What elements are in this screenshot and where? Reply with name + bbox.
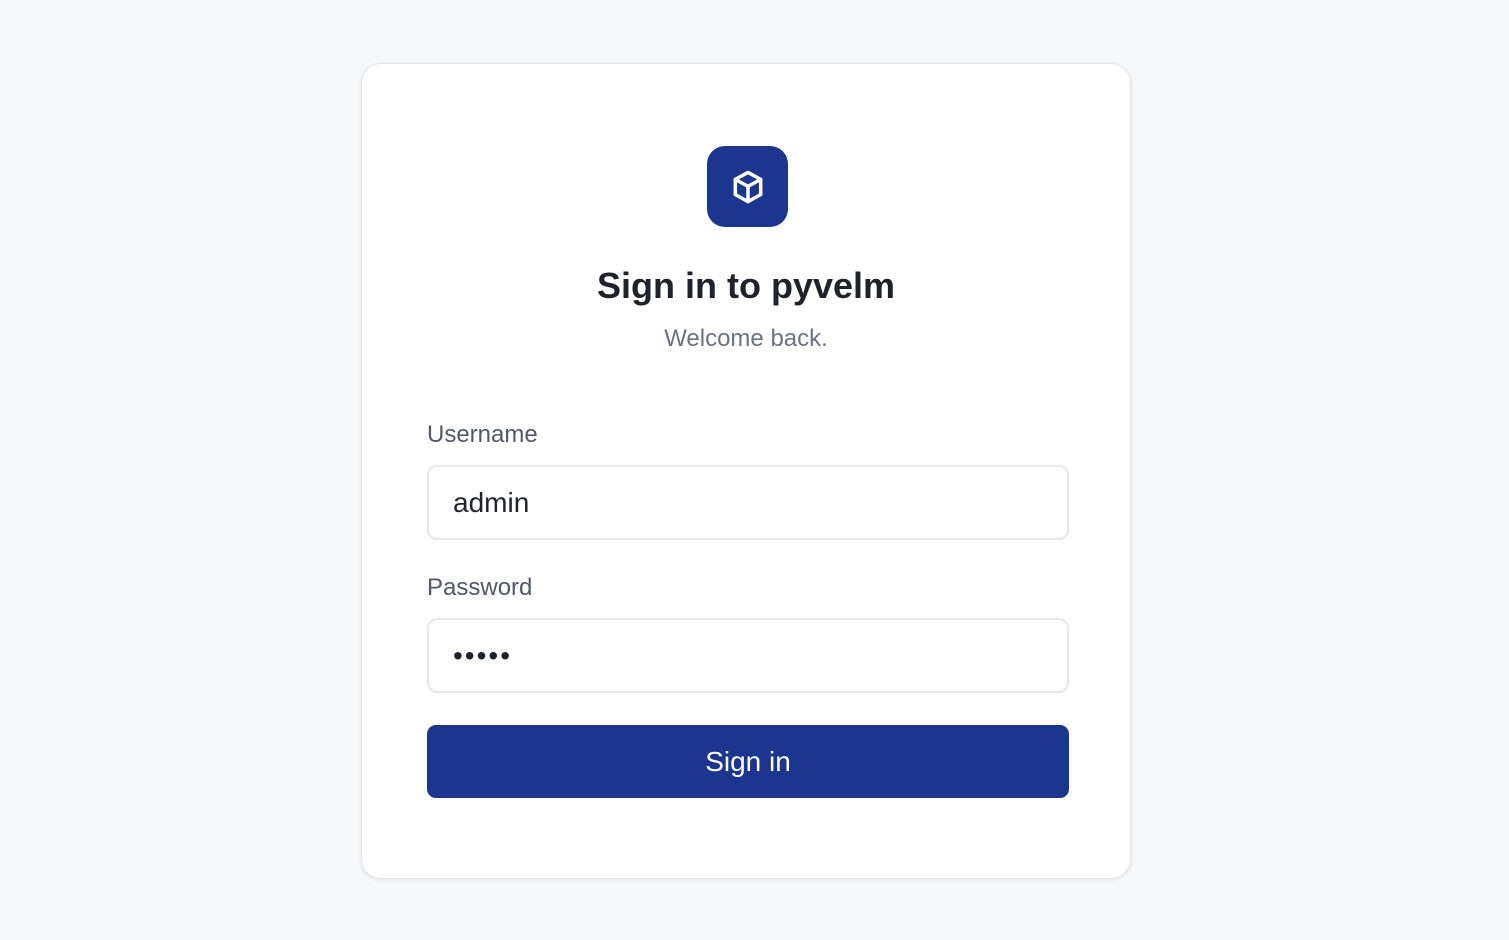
page-subtitle: Welcome back. (664, 325, 828, 352)
sign-in-button[interactable]: Sign in (427, 725, 1069, 798)
username-input[interactable] (427, 465, 1069, 540)
password-label: Password (427, 574, 533, 601)
username-label: Username (427, 421, 538, 448)
page-title: Sign in to pyvelm (596, 265, 896, 306)
app-logo (707, 146, 788, 227)
cube-icon (733, 170, 762, 203)
login-card: Sign in to pyvelm Welcome back. Username… (361, 63, 1131, 879)
password-input[interactable] (427, 618, 1069, 693)
